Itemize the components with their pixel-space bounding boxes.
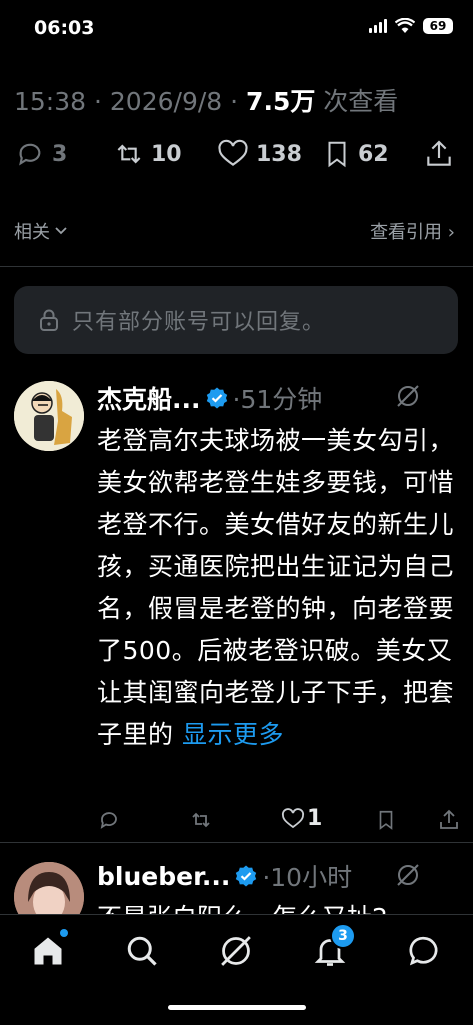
cellular-signal-icon [369, 19, 387, 33]
wifi-icon [395, 18, 415, 33]
author-name[interactable]: 杰克船... [97, 380, 201, 416]
reply-icon [19, 143, 41, 166]
grok-icon[interactable] [395, 383, 421, 409]
verified-badge-icon [206, 387, 227, 409]
views-label: 次查看 [323, 87, 399, 116]
chevron-right-icon: › [447, 222, 455, 243]
avatar[interactable] [14, 381, 84, 451]
divider [0, 266, 473, 267]
tweet-time: ·51分钟 [232, 385, 323, 414]
post-date: 2026/9/8 [109, 87, 223, 116]
like-button[interactable]: 1 [281, 806, 322, 831]
reply-button[interactable]: 3 [14, 138, 67, 170]
repost-icon [117, 144, 141, 164]
chevron-down-icon [55, 227, 67, 235]
status-icons: 69 [369, 18, 453, 34]
avatar-illustration [14, 381, 84, 451]
battery-icon: 69 [423, 18, 453, 34]
post-meta: 15:38 · 2026/9/8 · 7.5万 次查看 [14, 82, 398, 118]
author-name[interactable]: blueber... [97, 862, 230, 891]
search-icon [127, 936, 157, 966]
notifications-badge: 3 [330, 923, 356, 949]
reply-icon[interactable] [97, 808, 121, 832]
nav-messages[interactable] [406, 933, 442, 969]
heart-icon [218, 139, 248, 166]
repost-count: 10 [151, 141, 182, 167]
divider [0, 842, 473, 843]
like-count: 138 [256, 141, 302, 167]
reply-restriction-banner: 只有部分账号可以回复。 [14, 286, 458, 354]
views-count: 7.5万 [246, 87, 316, 116]
view-quotes-link[interactable]: 查看引用 › [370, 218, 455, 244]
related-label: 相关 [14, 222, 50, 243]
notification-dot [60, 929, 68, 937]
view-quotes-label: 查看引用 [370, 222, 443, 243]
message-icon [409, 936, 438, 966]
tweet-action-bar: 1 [97, 806, 467, 836]
nav-notifications[interactable]: 3 [312, 923, 356, 969]
status-time: 06:03 [34, 17, 95, 39]
lock-icon [40, 309, 58, 331]
grok-icon [221, 936, 251, 966]
tweet-header: blueber... ·10小时 [97, 858, 352, 894]
share-icon[interactable] [437, 808, 461, 832]
heart-icon [281, 807, 305, 828]
home-icon [34, 937, 62, 965]
show-more-link[interactable]: 显示更多 [182, 720, 284, 749]
reply-count: 3 [52, 141, 68, 167]
like-button[interactable]: 138 [216, 138, 302, 170]
repost-icon[interactable] [189, 808, 213, 832]
reply-restriction-text: 只有部分账号可以回复。 [72, 310, 326, 335]
repost-button[interactable]: 10 [113, 138, 182, 170]
tweet-text: 老登高尔夫球场被一美女勾引，美女欲帮老登生娃多要钱，可惜老登不行。美女借好友的新… [97, 420, 457, 756]
verified-badge-icon [236, 865, 257, 887]
bookmark-icon [328, 141, 346, 168]
nav-grok[interactable] [218, 933, 254, 969]
home-indicator [168, 1005, 306, 1010]
tweet-header: 杰克船... ·51分钟 [97, 380, 322, 416]
tweet-body-text: 老登高尔夫球场被一美女勾引，美女欲帮老登生娃多要钱，可惜老登不行。美女借好友的新… [97, 426, 455, 749]
grok-icon[interactable] [395, 862, 421, 888]
share-icon [427, 140, 451, 166]
share-button[interactable] [423, 138, 455, 170]
bookmark-button[interactable]: 62 [322, 138, 389, 170]
tweet-time: ·10小时 [262, 863, 353, 892]
related-dropdown[interactable]: 相关 [14, 218, 68, 244]
bookmark-count: 62 [358, 141, 389, 167]
meta-separator: · [230, 87, 239, 116]
meta-separator: · [94, 87, 102, 116]
post-time: 15:38 [14, 87, 87, 116]
nav-search[interactable] [124, 933, 160, 969]
bookmark-icon[interactable] [375, 808, 397, 832]
like-count: 1 [307, 806, 323, 831]
nav-home[interactable] [30, 929, 68, 969]
post-action-bar: 3 10 138 62 [0, 138, 473, 182]
